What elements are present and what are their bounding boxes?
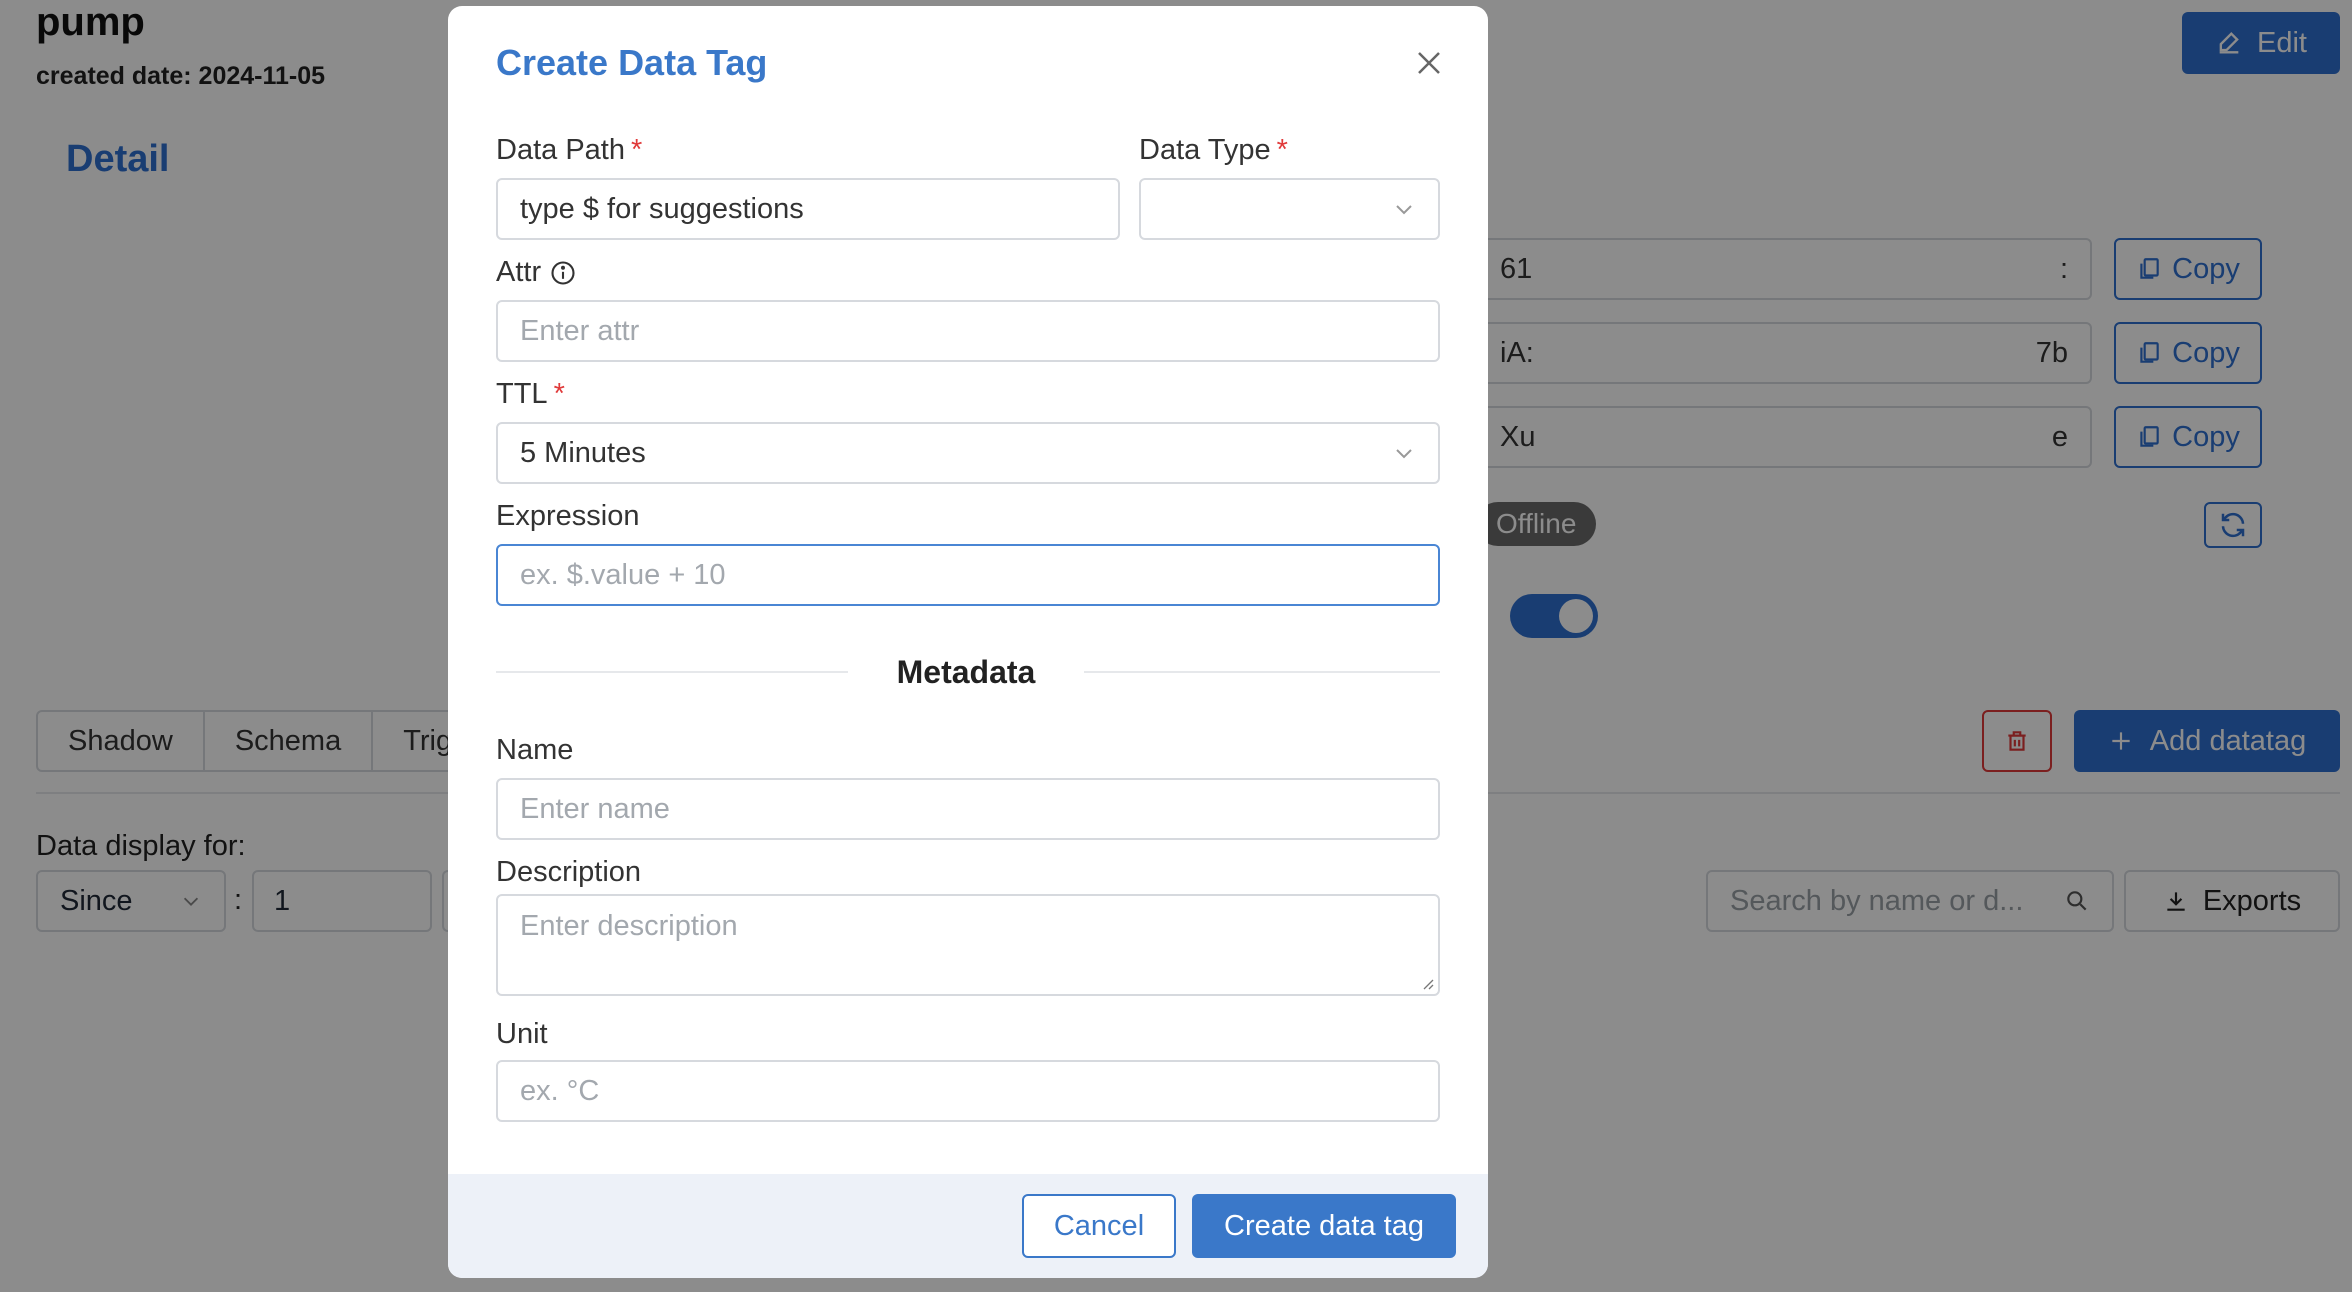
ttl-select[interactable]: 5 Minutes <box>496 422 1440 484</box>
ttl-value: 5 Minutes <box>520 436 646 469</box>
name-placeholder: Enter name <box>520 792 670 825</box>
expression-label: Expression <box>496 500 640 532</box>
expression-input[interactable]: ex. $.value + 10 <box>496 544 1440 606</box>
data-type-select[interactable] <box>1139 178 1440 240</box>
unit-label: Unit <box>496 1018 548 1050</box>
data-path-placeholder: type $ for suggestions <box>520 192 804 225</box>
close-icon[interactable] <box>1414 48 1444 78</box>
data-type-label-text: Data Type <box>1139 134 1271 166</box>
unit-placeholder: ex. °C <box>520 1074 600 1107</box>
required-mark: * <box>1276 134 1288 166</box>
attr-placeholder: Enter attr <box>520 314 640 347</box>
chevron-down-icon <box>1396 205 1412 215</box>
name-input[interactable]: Enter name <box>496 778 1440 840</box>
attr-input[interactable]: Enter attr <box>496 300 1440 362</box>
required-mark: * <box>553 378 565 410</box>
ttl-label-text: TTL <box>496 378 548 410</box>
chevron-down-icon <box>1396 449 1412 459</box>
create-data-tag-button[interactable]: Create data tag <box>1192 1194 1456 1258</box>
data-type-label: Data Type * <box>1139 134 1288 167</box>
description-placeholder: Enter description <box>520 910 738 942</box>
unit-input[interactable]: ex. °C <box>496 1060 1440 1122</box>
description-textarea[interactable]: Enter description <box>496 894 1440 996</box>
metadata-divider-left <box>496 671 848 673</box>
cancel-button[interactable]: Cancel <box>1022 1194 1176 1258</box>
info-icon[interactable] <box>549 259 577 287</box>
data-path-label-text: Data Path <box>496 134 625 166</box>
name-label: Name <box>496 734 574 766</box>
data-path-input[interactable]: type $ for suggestions <box>496 178 1120 240</box>
resize-handle-icon[interactable] <box>1418 974 1434 990</box>
required-mark: * <box>630 134 643 166</box>
create-data-tag-modal: Create Data Tag Data Path * Data Type * ty… <box>448 6 1488 1278</box>
metadata-heading: Metadata <box>896 654 1036 690</box>
modal-footer: Cancel Create data tag <box>448 1174 1488 1278</box>
modal-title: Create Data Tag <box>496 42 768 83</box>
attr-label-text: Attr <box>496 256 542 288</box>
metadata-divider-right <box>1084 671 1440 673</box>
expression-placeholder: ex. $.value + 10 <box>520 558 726 591</box>
attr-label: Attr <box>496 256 577 289</box>
description-label: Description <box>496 856 642 888</box>
data-path-label: Data Path * <box>496 134 642 167</box>
ttl-label: TTL * <box>496 378 565 411</box>
